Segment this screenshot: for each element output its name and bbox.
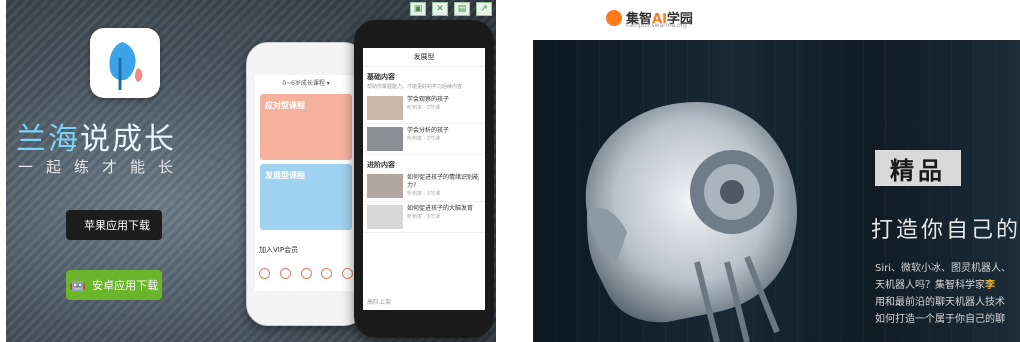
list-item[interactable]: 如何促进孩子的大脑发育 听到率 · 3节课 — [363, 202, 485, 233]
android-icon: 🤖 — [69, 277, 87, 293]
app-name-part1: 兰海 — [16, 122, 80, 157]
expand-icon[interactable]: ✕ — [432, 2, 448, 16]
lesson-title: 学会分析的孩子 — [407, 127, 450, 134]
grid-icon[interactable]: ▤ — [454, 2, 470, 16]
menu-icon[interactable] — [300, 268, 312, 279]
course-card-title: 应对型课程 — [265, 101, 305, 110]
share-icon[interactable]: ↗ — [476, 2, 492, 16]
list-item[interactable]: 学会分析的孩子 听到率 · 3节课 — [363, 124, 485, 155]
hero-description: Siri、微软小冰、图灵机器人、 天机器人吗？集智科学家李 用和最前沿的聊天机器… — [875, 260, 1011, 328]
menu-icon[interactable] — [321, 268, 333, 279]
lesson-thumbnail — [367, 127, 403, 151]
lesson-thumbnail — [367, 205, 403, 229]
menu-icon[interactable] — [259, 268, 270, 279]
lesson-meta: 听到率 · 3节课 — [407, 105, 440, 111]
highlight-name: 李 — [985, 280, 995, 291]
section-title: 进阶内容 — [367, 161, 395, 169]
app-logo-icon — [90, 28, 160, 98]
course-promo-banner: 集智AI学园 campus.swarma.org 精品 打造你自己的 Siri、… — [530, 0, 1020, 342]
course-card-coping[interactable]: 应对型课程 — [260, 94, 352, 160]
lesson-meta: 听到率 · 3节课 — [407, 136, 440, 142]
lesson-thumbnail — [367, 174, 403, 198]
description-text: 天机器人吗？集智科学家 — [875, 280, 985, 291]
description-line: Siri、微软小冰、图灵机器人、 — [875, 263, 1012, 274]
app-name-part2: 说成长 — [80, 122, 176, 157]
course-card-title: 发展型课程 — [265, 171, 305, 180]
image-toolbar: ▣ ✕ ▤ ↗ — [410, 2, 492, 16]
screen-footer: 高阶上架 — [367, 299, 392, 306]
menu-icon[interactable] — [279, 268, 291, 279]
app-promo-banner: ▣ ✕ ▤ ↗ 兰海说成长 一起练才能长 苹果应用下载 🤖 安卓应用下载 0~6… — [6, 0, 496, 342]
hero-image: 精品 打造你自己的 Siri、微软小冰、图灵机器人、 天机器人吗？集智科学家李 … — [533, 40, 1020, 342]
lesson-thumbnail — [367, 96, 403, 120]
phone-screen-courses: 0~6岁成长课程 ▾ 应对型课程 发展型课程 加入VIP会员 — [255, 75, 357, 291]
robot-head-illustration — [585, 102, 797, 342]
brand-logo-icon — [606, 9, 622, 26]
description-line: 天机器人吗？集智科学家李 — [875, 277, 1011, 294]
phone-mockup-white: 0~6岁成长课程 ▾ 应对型课程 发展型课程 加入VIP会员 — [246, 42, 366, 326]
ios-download-button[interactable]: 苹果应用下载 — [66, 210, 162, 240]
course-card-development[interactable]: 发展型课程 — [260, 164, 352, 230]
save-icon[interactable]: ▣ — [410, 2, 426, 16]
list-item[interactable]: 如何促进孩子的情绪识别能力? 听到率 · 3节课 — [363, 171, 485, 202]
screen-header: 发展型 — [363, 48, 485, 67]
menu-icon[interactable] — [342, 268, 353, 279]
ios-download-label: 苹果应用下载 — [84, 219, 150, 232]
bottom-icon-row — [259, 268, 353, 279]
lesson-title: 如何促进孩子的大脑发育 — [407, 205, 474, 212]
phone-screen-detail: 发展型 基础内容 帮助你掌握能力，才能更好的学习后续内容 学会观察的孩子 听到率 … — [363, 48, 485, 310]
description-line: 用和最前沿的聊天机器人技术 — [875, 297, 1005, 308]
app-slogan: 一起练才能长 — [18, 158, 187, 176]
android-download-label: 安卓应用下载 — [92, 279, 159, 292]
brand-logo[interactable]: 集智AI学园 campus.swarma.org — [606, 8, 693, 29]
hero-headline: 打造你自己的 — [871, 218, 1020, 243]
section-title: 基础内容 — [367, 73, 395, 81]
lesson-meta: 听到率 · 3节课 — [407, 191, 440, 197]
lesson-meta: 听到率 · 3节课 — [407, 214, 440, 220]
android-download-button[interactable]: 🤖 安卓应用下载 — [66, 270, 162, 300]
app-name: 兰海说成长 — [16, 114, 176, 158]
vip-join-label[interactable]: 加入VIP会员 — [259, 245, 298, 255]
section-subtitle: 帮助你掌握能力，才能更好的学习后续内容 — [367, 84, 463, 90]
list-item[interactable]: 学会观察的孩子 听到率 · 3节课 — [363, 93, 485, 124]
phone-mockup-black: 发展型 基础内容 帮助你掌握能力，才能更好的学习后续内容 学会观察的孩子 听到率 … — [354, 20, 494, 338]
brand-domain: campus.swarma.org — [626, 22, 687, 29]
lesson-title: 如何促进孩子的情绪识别能力? — [407, 174, 480, 189]
description-line: 如何打造一个属于你自己的聊 — [875, 314, 1005, 325]
lesson-title: 学会观察的孩子 — [407, 96, 450, 103]
premium-badge: 精品 — [875, 150, 961, 186]
age-selector[interactable]: 0~6岁成长课程 ▾ — [255, 75, 357, 90]
